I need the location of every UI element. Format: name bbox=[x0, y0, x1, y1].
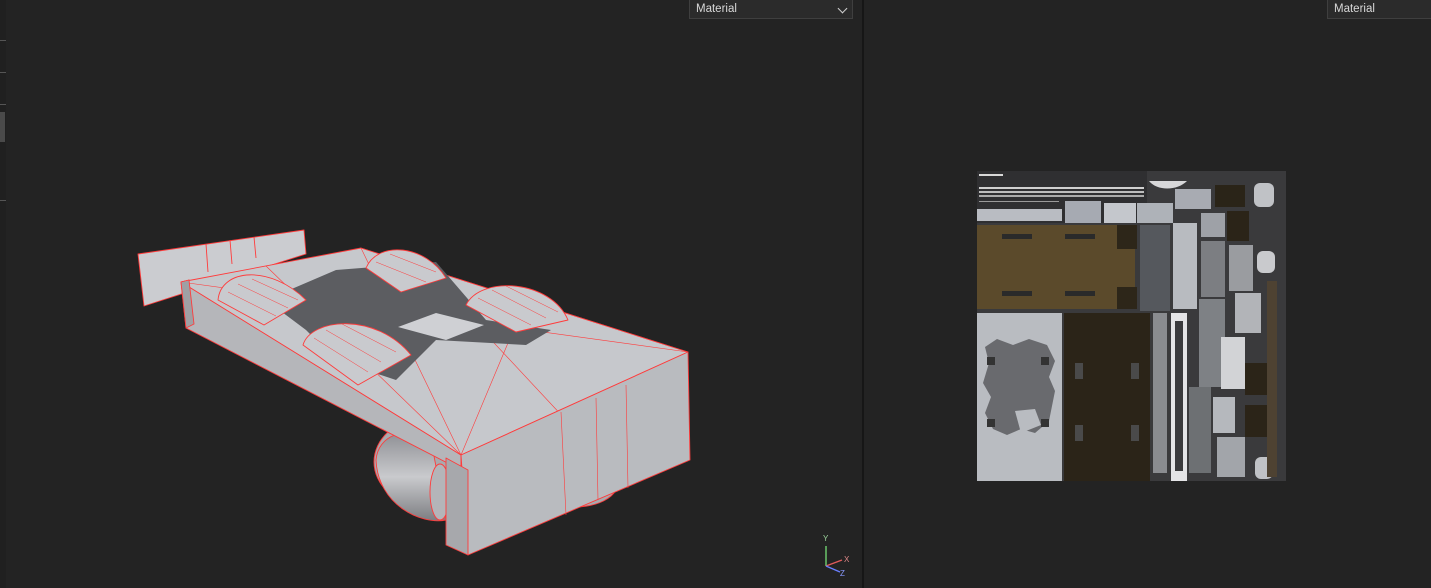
uv-island bbox=[979, 187, 1144, 189]
uv-island bbox=[1227, 211, 1249, 241]
uv-island bbox=[1002, 291, 1032, 296]
uv-island bbox=[1131, 363, 1139, 379]
3d-viewport[interactable]: Material Y X Z bbox=[6, 0, 862, 588]
axis-gizmo: Y X Z bbox=[823, 534, 850, 578]
uv-island bbox=[1075, 425, 1083, 441]
uv-island bbox=[979, 174, 1003, 176]
uv-island bbox=[977, 209, 1062, 221]
uv-island bbox=[1217, 437, 1245, 477]
uv-island bbox=[1245, 405, 1269, 437]
uv-island bbox=[1104, 203, 1136, 223]
x-axis-line bbox=[825, 559, 843, 567]
z-axis-label: Z bbox=[840, 569, 845, 578]
uv-island bbox=[1221, 337, 1245, 389]
uv-island bbox=[979, 195, 1144, 197]
z-axis-line bbox=[825, 565, 841, 573]
uv-atlas-image bbox=[977, 171, 1286, 481]
uv-texture-viewport[interactable]: Material bbox=[864, 0, 1431, 588]
uv-island bbox=[1117, 225, 1137, 249]
uv-island bbox=[1175, 189, 1211, 209]
uv-island bbox=[1257, 251, 1275, 273]
uv-island bbox=[1140, 225, 1170, 311]
uv-island bbox=[979, 201, 1059, 202]
uv-island bbox=[987, 419, 995, 427]
uv-island bbox=[1215, 185, 1245, 207]
uv-island bbox=[1189, 387, 1211, 473]
uv-island bbox=[987, 357, 995, 365]
uv-island bbox=[1235, 293, 1261, 333]
uv-island bbox=[1075, 363, 1083, 379]
uv-island bbox=[1065, 234, 1095, 239]
body-front-lip bbox=[445, 457, 469, 556]
uv-island bbox=[1117, 287, 1137, 309]
uv-island bbox=[1065, 291, 1095, 296]
uv-island bbox=[1229, 245, 1253, 291]
uv-island bbox=[979, 191, 1144, 193]
uv-island bbox=[1173, 223, 1197, 309]
vehicle-mesh bbox=[137, 229, 691, 556]
uv-island bbox=[1267, 281, 1277, 477]
uv-island bbox=[1041, 419, 1049, 427]
y-axis-label: Y bbox=[823, 534, 829, 543]
uv-island bbox=[1041, 357, 1049, 365]
uv-island bbox=[1201, 213, 1225, 237]
uv-island bbox=[1175, 321, 1183, 471]
uv-island bbox=[1153, 313, 1167, 473]
uv-island bbox=[1201, 241, 1225, 297]
uv-island bbox=[1137, 203, 1173, 223]
uv-island-brown bbox=[977, 225, 1135, 309]
texture-atlas bbox=[977, 171, 1286, 481]
uv-island bbox=[1065, 201, 1101, 223]
uv-island bbox=[1245, 363, 1269, 395]
uv-island bbox=[1254, 183, 1274, 207]
toolbar-scroll-handle[interactable] bbox=[0, 112, 5, 142]
uv-island bbox=[1213, 397, 1235, 433]
uv-island bbox=[1002, 234, 1032, 239]
uv-island-dark bbox=[1064, 313, 1150, 481]
uv-island bbox=[1131, 425, 1139, 441]
3d-model-render: Y X Z bbox=[137, 229, 850, 578]
x-axis-label: X bbox=[844, 555, 850, 564]
